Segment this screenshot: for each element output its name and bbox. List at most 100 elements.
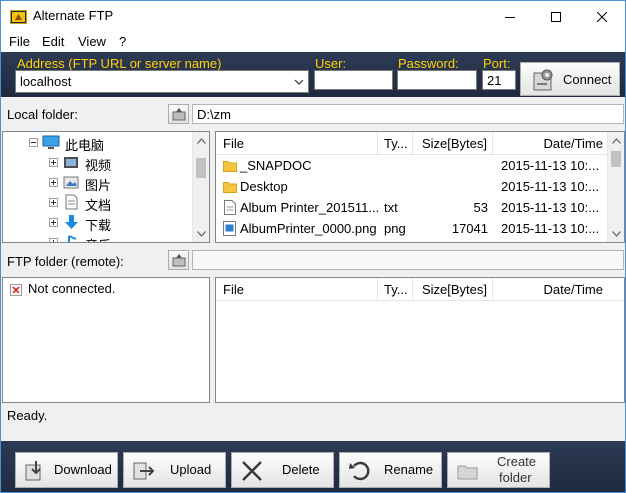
port-input[interactable]: 21 [482,70,516,90]
local-path-value: D:\zm [197,107,231,122]
folder-icon [223,161,237,172]
minimize-icon [505,16,515,18]
remote-up-folder-button[interactable] [168,250,189,270]
user-input[interactable] [314,70,393,90]
up-folder-icon [172,108,186,121]
delete-button[interactable]: Delete [231,452,334,488]
expand-icon[interactable] [49,178,58,187]
scroll-up-icon[interactable] [193,132,209,149]
column-size[interactable]: Size[Bytes] [413,278,493,301]
scroll-down-icon[interactable] [193,225,209,242]
address-label: Address (FTP URL or server name) [17,56,222,71]
remote-file-list[interactable]: File Ty... Size[Bytes] Date/Time [215,277,625,403]
port-value: 21 [487,73,502,88]
tree-label: 视频 [85,158,112,173]
tree-label: 此电脑 [65,138,105,153]
column-file[interactable]: File [216,132,378,155]
menu-edit[interactable]: Edit [42,34,64,49]
column-type[interactable]: Ty... [378,132,413,155]
create-folder-button[interactable]: Create folder [447,452,550,488]
server-connect-icon [533,69,553,91]
local-list-header: File Ty... Size[Bytes] Date/Time [216,132,607,155]
password-input[interactable] [397,70,477,90]
collapse-icon[interactable] [29,138,38,147]
title-bar: Alternate FTP [1,1,625,32]
connection-status-message: Not connected. [28,281,116,296]
local-file-list[interactable]: File Ty... Size[Bytes] Date/Time _SNAPDO… [215,131,625,243]
menu-bar: File Edit View ? [1,32,625,52]
file-row[interactable]: Album Printer_201511... txt 53 2015-11-1… [216,198,607,219]
video-folder-icon [64,157,78,168]
file-row[interactable]: AlbumPrinter_0000.png png 17041 2015-11-… [216,219,607,240]
tree-label: 文档 [85,198,112,213]
upload-button[interactable]: Upload [123,452,226,488]
scroll-thumb[interactable] [611,151,621,167]
local-tree-scrollbar[interactable] [192,132,209,242]
image-file-icon [223,221,236,236]
column-type[interactable]: Ty... [378,278,413,301]
column-size[interactable]: Size[Bytes] [413,132,493,155]
maximize-icon [551,11,561,22]
scroll-up-icon[interactable] [608,132,624,149]
local-folder-label: Local folder: [7,107,78,122]
bottom-toolbar: Download Upload Delete Rename Create fol… [1,441,625,492]
column-datetime[interactable]: Date/Time [493,132,607,155]
computer-icon [42,135,60,149]
up-folder-icon [172,254,186,267]
download-button[interactable]: Download [15,452,118,488]
app-logo-icon [10,10,27,24]
remote-folder-label: FTP folder (remote): [7,254,124,269]
download-icon [25,461,41,481]
connect-button[interactable]: Connect [520,62,620,96]
window-title: Alternate FTP [33,8,114,23]
connect-label: Connect [563,72,612,87]
close-button[interactable] [579,1,625,32]
download-folder-icon [65,215,78,229]
file-row[interactable]: Desktop 2015-11-13 10:... [216,177,607,198]
upload-icon [133,462,155,480]
expand-icon[interactable] [49,238,58,242]
remote-path-field[interactable] [192,250,624,270]
local-up-folder-button[interactable] [168,104,189,124]
menu-file[interactable]: File [9,34,30,49]
menu-help[interactable]: ? [119,34,126,49]
error-icon [10,284,22,296]
folder-icon [223,182,237,193]
remote-list-header: File Ty... Size[Bytes] Date/Time [216,278,624,301]
delete-icon [242,461,262,481]
pictures-folder-icon [63,176,79,189]
expand-icon[interactable] [49,218,58,227]
local-path-field[interactable]: D:\zm [192,104,624,124]
tree-label: 音乐 [85,235,111,242]
maximize-button[interactable] [533,1,579,32]
rename-icon [349,461,370,481]
expand-icon[interactable] [49,198,58,207]
address-combobox[interactable]: localhost [15,70,309,93]
tree-label: 图片 [85,178,112,193]
scroll-down-icon[interactable] [608,225,624,242]
rename-button[interactable]: Rename [339,452,442,488]
menu-view[interactable]: View [78,34,106,49]
file-row[interactable]: _SNAPDOC 2015-11-13 10:... [216,156,607,177]
minimize-button[interactable] [487,1,533,32]
app-window: Alternate FTP File Edit View ? Address (… [0,0,626,493]
close-icon [597,11,607,22]
address-value: localhost [20,74,72,89]
local-tree-panel[interactable]: 此电脑 视频 图片 文档 下载 [2,131,210,243]
new-folder-icon [457,465,478,480]
password-label: Password: [398,56,459,71]
connection-bar: Address (FTP URL or server name) localho… [1,52,625,97]
documents-folder-icon [65,194,78,210]
remote-tree-panel[interactable]: Not connected. [2,277,210,403]
scroll-thumb[interactable] [196,158,206,178]
text-file-icon [224,200,236,215]
port-label: Port: [483,56,511,71]
column-file[interactable]: File [216,278,378,301]
status-text: Ready. [7,408,48,423]
tree-label: 下载 [85,218,112,233]
user-label: User: [315,56,347,71]
chevron-down-icon[interactable] [292,75,306,89]
column-datetime[interactable]: Date/Time [493,278,624,301]
expand-icon[interactable] [49,158,58,167]
local-list-scrollbar[interactable] [607,132,624,242]
